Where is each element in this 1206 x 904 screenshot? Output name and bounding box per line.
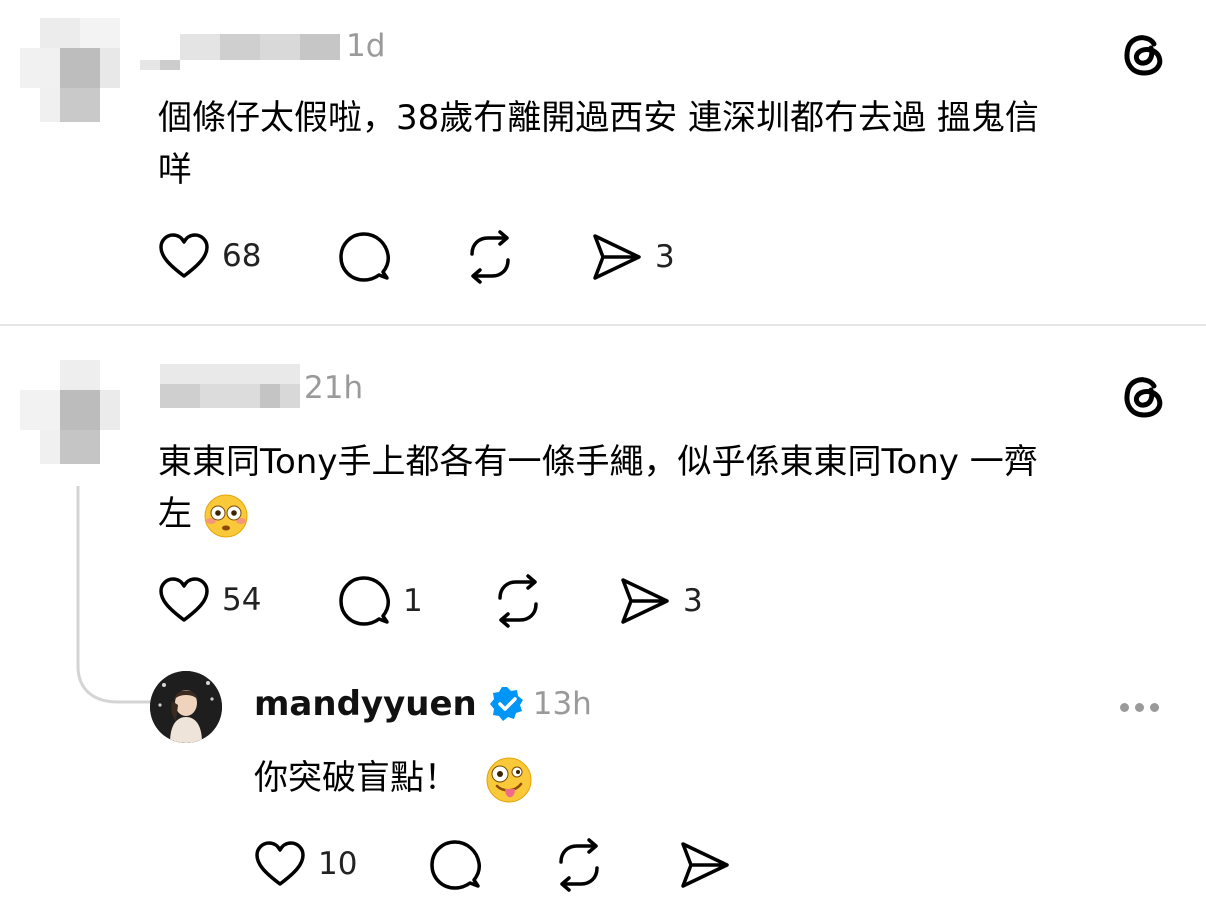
post-text: 個條仔太假啦，38歲冇離開過西安 連深圳都冇去過 搵鬼信 <box>158 98 1039 138</box>
reply-button[interactable]: 1 <box>337 574 423 628</box>
post-text-continued: 咩 <box>158 150 192 190</box>
zany-face-emoji-icon <box>486 757 532 802</box>
repost-button[interactable] <box>553 838 605 892</box>
post-timestamp: 21h <box>304 370 364 406</box>
share-button[interactable] <box>679 840 731 890</box>
threads-logo-icon[interactable] <box>1118 28 1168 82</box>
send-icon <box>621 578 669 624</box>
repost-icon <box>470 230 510 284</box>
reply-button[interactable] <box>337 230 391 284</box>
reply-timestamp: 13h <box>532 686 592 722</box>
reply-username[interactable]: mandyyuen 13h <box>254 684 592 724</box>
threads-logo-icon[interactable] <box>1118 370 1168 424</box>
more-options-icon[interactable] <box>1120 703 1159 712</box>
share-count: 3 <box>655 239 675 275</box>
username-redacted[interactable] <box>140 26 340 70</box>
repost-button[interactable] <box>492 574 544 628</box>
avatar[interactable] <box>20 18 120 122</box>
avatar[interactable] <box>20 360 120 464</box>
send-icon <box>593 234 641 280</box>
flushed-face-emoji-icon <box>204 494 248 537</box>
like-count: 68 <box>222 238 262 274</box>
reply-text-content: 你突破盲點！ <box>254 758 458 798</box>
more-dot <box>1150 703 1159 712</box>
heart-icon <box>255 841 305 886</box>
reply-button[interactable] <box>428 838 482 892</box>
reply-text: 你突破盲點！ <box>254 752 533 804</box>
comment-icon <box>339 576 390 626</box>
share-count: 3 <box>683 583 703 619</box>
like-count: 10 <box>318 846 358 882</box>
verified-badge-icon <box>489 687 523 721</box>
share-button[interactable]: 3 <box>619 576 703 626</box>
heart-icon <box>159 577 209 622</box>
reply-count: 1 <box>403 583 423 619</box>
thread-connector-line <box>76 486 152 704</box>
post-text-continued: 左 <box>158 488 249 540</box>
share-button[interactable]: 3 <box>591 232 675 282</box>
send-icon <box>681 842 729 888</box>
comment-icon <box>430 840 481 890</box>
comment-icon <box>339 232 390 282</box>
repost-icon <box>559 838 599 892</box>
username-redacted[interactable] <box>160 360 300 410</box>
username[interactable]: mandyyuen <box>254 684 477 724</box>
repost-icon <box>498 574 538 628</box>
post-divider <box>0 324 1206 326</box>
post-timestamp: 1d <box>346 28 386 64</box>
like-button[interactable]: 54 <box>158 576 261 624</box>
more-dot <box>1135 703 1144 712</box>
avatar[interactable] <box>150 671 222 743</box>
like-button[interactable]: 10 <box>254 840 357 888</box>
repost-button[interactable] <box>464 230 516 284</box>
heart-icon <box>159 233 209 278</box>
like-count: 54 <box>222 582 262 618</box>
more-dot <box>1120 703 1129 712</box>
post-text: 東東同Tony手上都各有一條手繩，似乎係東東同Tony 一齊 <box>158 442 1038 482</box>
post-text-tail: 左 <box>158 494 192 534</box>
like-button[interactable]: 68 <box>158 232 261 280</box>
